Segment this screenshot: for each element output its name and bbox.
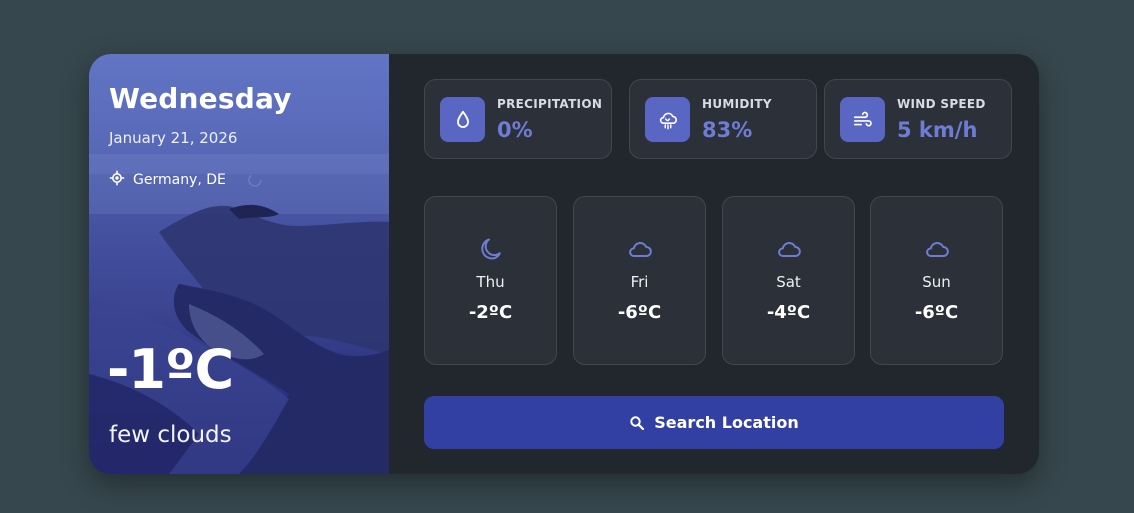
forecast-card-sun: Sun -6ºC bbox=[870, 196, 1003, 365]
forecast-temp: -6ºC bbox=[914, 302, 959, 323]
forecast-temp: -4ºC bbox=[766, 302, 811, 323]
cloud-icon bbox=[926, 242, 949, 257]
location-target-icon bbox=[109, 170, 125, 190]
current-temperature: -1ºC bbox=[107, 338, 234, 401]
forecast-day: Thu bbox=[476, 273, 505, 291]
cloud-icon bbox=[778, 242, 801, 257]
current-day: Wednesday bbox=[109, 82, 292, 115]
cloud-rain-icon bbox=[645, 97, 690, 142]
precipitation-label: PRECIPITATION bbox=[497, 97, 603, 111]
wind-speed-label: WIND SPEED bbox=[897, 97, 986, 111]
coastal-cliff-background bbox=[89, 54, 389, 474]
forecast-card-fri: Fri -6ºC bbox=[573, 196, 706, 365]
forecast-card-thu: Thu -2ºC bbox=[424, 196, 557, 365]
forecast-temp: -6ºC bbox=[617, 302, 662, 323]
weather-card: Wednesday January 21, 2026 Germany, DE -… bbox=[89, 54, 1039, 474]
search-icon bbox=[630, 415, 645, 430]
wind-speed-value: 5 km/h bbox=[897, 118, 978, 142]
cloud-icon bbox=[629, 242, 652, 257]
location-label: Germany, DE bbox=[133, 172, 226, 188]
forecast-temp: -2ºC bbox=[468, 302, 513, 323]
humidity-card: HUMIDITY 83% bbox=[629, 79, 817, 159]
precipitation-card: PRECIPITATION 0% bbox=[424, 79, 612, 159]
forecast-day: Sun bbox=[922, 273, 951, 291]
wind-speed-card: WIND SPEED 5 km/h bbox=[824, 79, 1012, 159]
humidity-value: 83% bbox=[702, 118, 753, 142]
search-location-label: Search Location bbox=[654, 413, 799, 432]
weather-description: few clouds bbox=[109, 422, 232, 448]
search-location-button[interactable]: Search Location bbox=[424, 396, 1004, 449]
current-weather-panel: Wednesday January 21, 2026 Germany, DE -… bbox=[89, 54, 389, 474]
droplet-icon bbox=[440, 97, 485, 142]
current-date: January 21, 2026 bbox=[109, 129, 238, 147]
wind-icon bbox=[840, 97, 885, 142]
precipitation-value: 0% bbox=[497, 118, 533, 142]
forecast-day: Fri bbox=[630, 273, 649, 291]
forecast-day: Sat bbox=[776, 273, 801, 291]
moon-icon bbox=[481, 238, 501, 260]
humidity-label: HUMIDITY bbox=[702, 97, 772, 111]
current-location: Germany, DE bbox=[109, 170, 226, 190]
loading-spinner-icon bbox=[248, 173, 262, 187]
forecast-card-sat: Sat -4ºC bbox=[722, 196, 855, 365]
